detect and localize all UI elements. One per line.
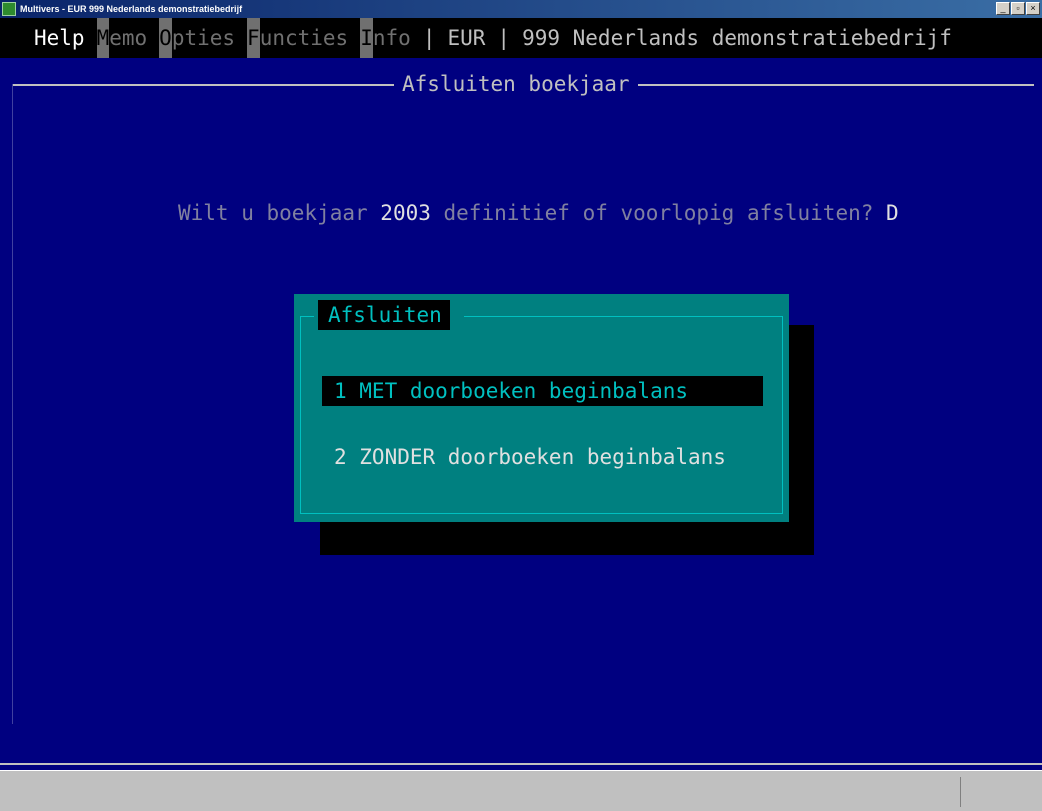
frame-left-border [12, 84, 13, 724]
app-screen: Help Memo Opties Functies Info | EUR | 999 Neder… [0, 18, 1042, 770]
menu-opties-label: pties [171, 26, 236, 50]
menu-functies-label: uncties [259, 26, 349, 50]
dialog-title: Afsluiten [318, 300, 450, 330]
menu-memo[interactable]: Memo [91, 18, 154, 58]
window-titlebar[interactable]: Multivers - EUR 999 Nederlands demonstra… [0, 0, 1042, 18]
frame-bottom-border [0, 763, 1042, 765]
company-label: 999 Nederlands demonstratiebedrijf [522, 26, 952, 50]
maximize-button[interactable]: ▫ [1011, 2, 1025, 15]
close-button[interactable]: × [1026, 2, 1040, 15]
status-bar [0, 770, 1042, 811]
menu-memo-label: emo [109, 26, 148, 50]
afsluiten-dialog: Afsluiten 1 MET doorboeken beginbalans 2… [294, 294, 789, 522]
option-met-doorboeken[interactable]: 1 MET doorboeken beginbalans [322, 376, 763, 406]
minimize-button[interactable]: _ [996, 2, 1010, 15]
menu-separator: | [497, 26, 511, 50]
menu-info[interactable]: Info [354, 18, 417, 58]
menu-opties[interactable]: Opties [153, 18, 241, 58]
app-icon[interactable] [2, 2, 16, 16]
question-text: Wilt u boekjaar 2003 definitief of voorl… [178, 198, 899, 228]
question-year: 2003 [380, 201, 431, 225]
dialog-border-top-left [300, 316, 314, 317]
status-pane-divider [960, 777, 961, 807]
menu-info-hotkey: I [360, 18, 373, 58]
menu-info-label: nfo [372, 26, 411, 50]
menu-memo-hotkey: M [96, 18, 110, 58]
currency-label: EUR [447, 26, 486, 50]
menu-help[interactable]: Help [0, 18, 91, 58]
question-suffix: definitief of voorlopig afsluiten? [430, 201, 887, 225]
dialog-border-top-right [464, 316, 783, 317]
menubar: Help Memo Opties Functies Info | EUR | 999 Neder… [0, 18, 1042, 58]
menu-functies[interactable]: Functies [241, 18, 354, 58]
menu-opties-hotkey: O [159, 18, 172, 58]
question-prefix: Wilt u boekjaar [178, 201, 381, 225]
menu-functies-hotkey: F [247, 18, 260, 58]
menu-separator: | [422, 26, 436, 50]
window-title: Multivers - EUR 999 Nederlands demonstra… [20, 4, 243, 14]
frame-title: Afsluiten boekjaar [394, 70, 638, 98]
option-zonder-doorboeken[interactable]: 2 ZONDER doorboeken beginbalans [322, 442, 762, 472]
dialog-border [300, 316, 783, 514]
question-answer[interactable]: D [886, 201, 899, 225]
